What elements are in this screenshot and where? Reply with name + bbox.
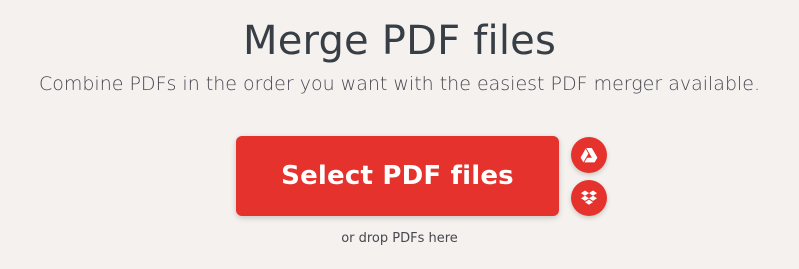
dropbox-button[interactable]: [571, 180, 607, 216]
page-subtitle: Combine PDFs in the order you want with …: [38, 73, 761, 95]
select-pdf-files-button[interactable]: Select PDF files: [236, 136, 559, 216]
drop-hint: or drop PDFs here: [341, 231, 458, 246]
page-title: Merge PDF files: [243, 18, 556, 64]
google-drive-button[interactable]: [571, 137, 607, 173]
merge-pdf-hero: Merge PDF files Combine PDFs in the orde…: [0, 0, 799, 269]
dropbox-icon: [580, 190, 598, 207]
google-drive-icon: [580, 147, 598, 163]
